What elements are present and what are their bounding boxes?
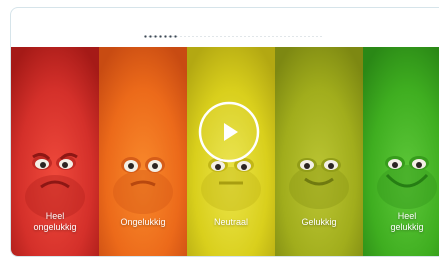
play-button[interactable] (198, 101, 260, 163)
progress-indicator (143, 35, 323, 38)
option-unhappy[interactable]: Ongelukkig (99, 47, 187, 256)
option-label: Neutraal (213, 217, 249, 227)
option-happy[interactable]: Gelukkig (275, 47, 363, 256)
option-very-happy[interactable]: Heel gelukkig (363, 47, 439, 256)
progress-fill (143, 35, 179, 38)
play-icon (198, 101, 260, 163)
option-label: Gelukkig (301, 217, 337, 227)
option-very-unhappy[interactable]: Heel ongelukkig (11, 47, 99, 256)
option-label: Heel ongelukkig (33, 211, 77, 232)
option-label: Ongelukkig (120, 217, 166, 227)
option-label: Heel gelukkig (390, 211, 424, 232)
